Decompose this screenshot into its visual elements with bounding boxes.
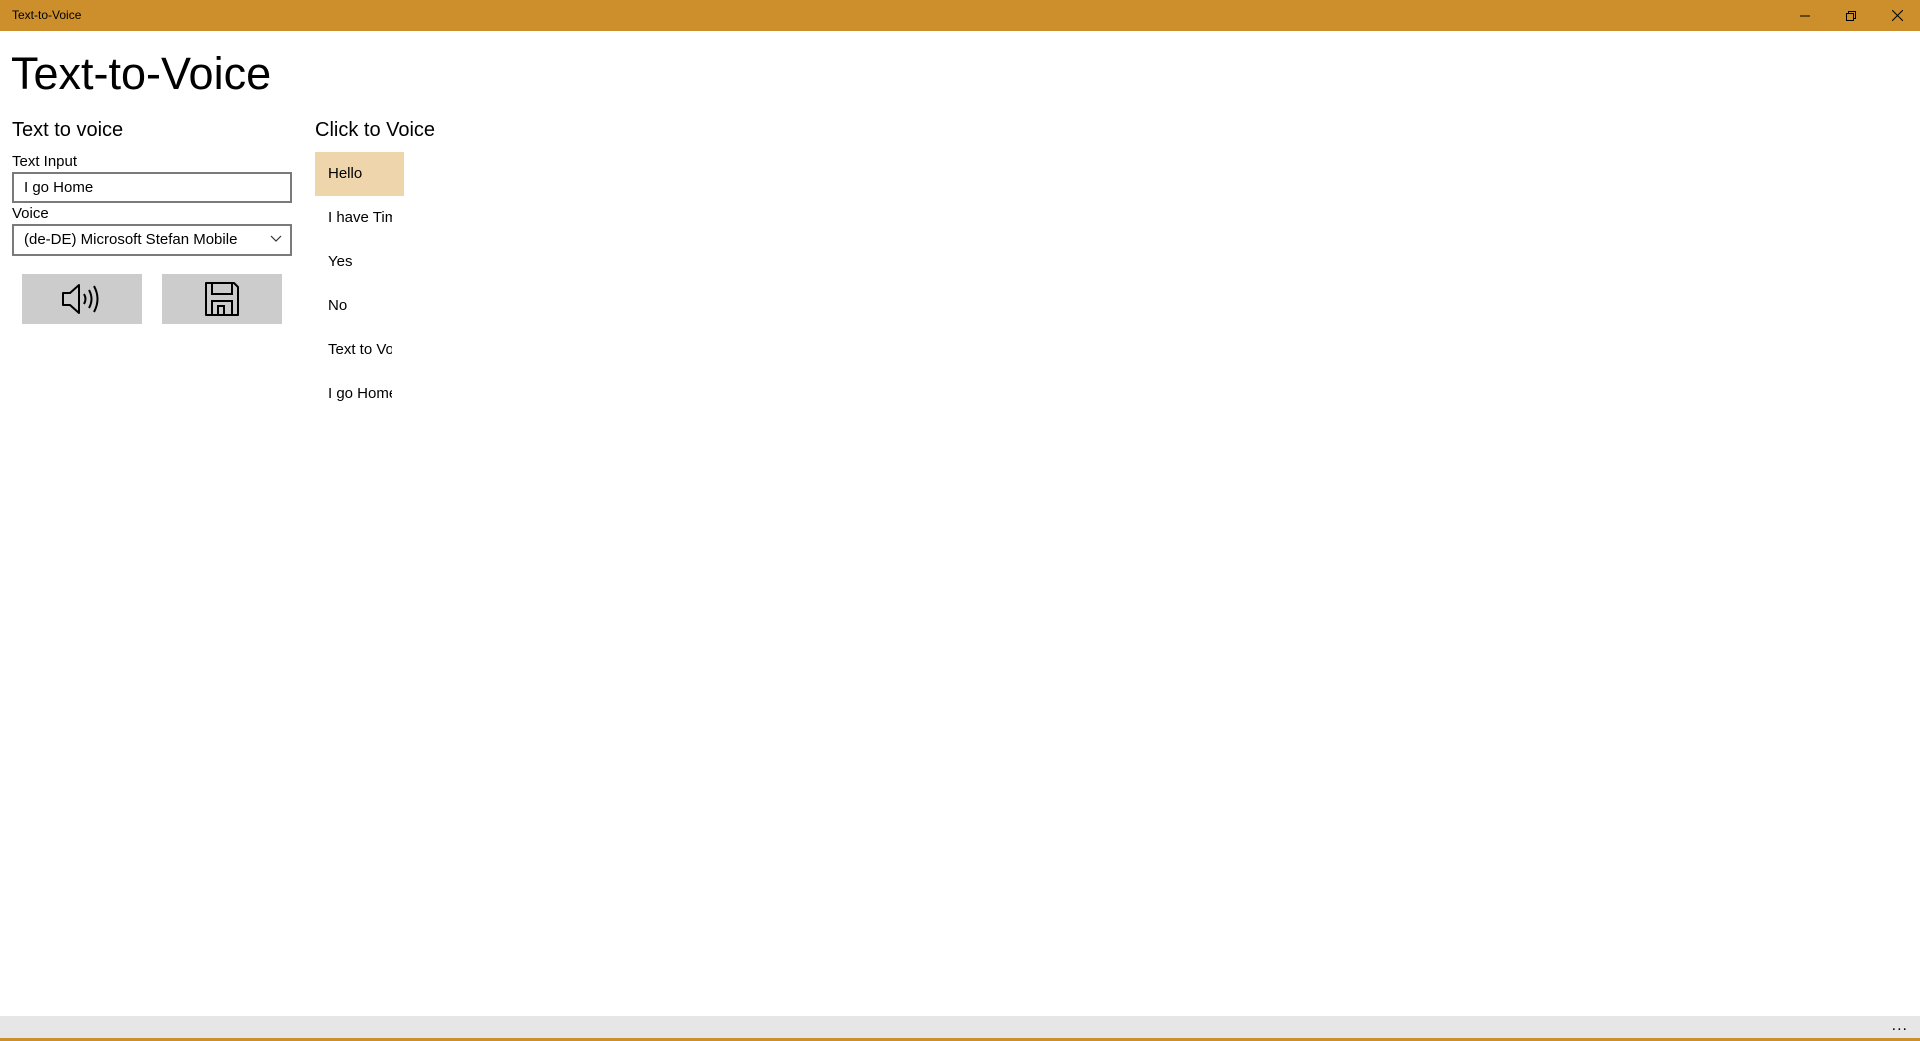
save-button[interactable] <box>162 274 282 324</box>
voice-select[interactable]: (de-DE) Microsoft Stefan Mobile <box>12 224 292 256</box>
window-title: Text-to-Voice <box>12 8 82 22</box>
phrase-item-label: I have Time <box>328 209 392 226</box>
restore-button[interactable] <box>1828 0 1874 31</box>
phrase-item-label: Text to Voice <box>328 341 392 358</box>
phrase-item-hello[interactable]: Hello <box>315 152 404 196</box>
phrase-item-text-to-voice[interactable]: Text to Voice <box>315 328 404 372</box>
phrase-item-label: Hello <box>328 165 363 182</box>
close-button[interactable] <box>1874 0 1920 31</box>
speaker-icon <box>62 284 99 314</box>
minimize-icon <box>1800 15 1810 16</box>
phrase-item-label: No <box>328 297 348 314</box>
minimize-button[interactable] <box>1782 0 1828 31</box>
speak-button[interactable] <box>22 274 142 324</box>
page-title: Text-to-Voice <box>11 48 272 99</box>
phrase-item-no[interactable]: No <box>315 284 404 328</box>
title-bar: Text-to-Voice <box>0 0 1920 31</box>
restore-icon <box>1846 10 1856 21</box>
save-icon <box>205 282 239 316</box>
voice-label: Voice <box>12 205 49 222</box>
chevron-down-icon <box>270 235 282 242</box>
phrase-item-label: Yes <box>328 253 353 270</box>
close-icon <box>1891 10 1903 21</box>
text-input-label: Text Input <box>12 153 78 170</box>
phrase-item-label: I go Home <box>328 385 392 402</box>
phrase-item-i-have-time[interactable]: I have Time <box>315 196 404 240</box>
more-button[interactable]: ... <box>1892 1017 1908 1035</box>
phrase-item-yes[interactable]: Yes <box>315 240 404 284</box>
text-input-field[interactable] <box>12 172 292 203</box>
voice-selected-value: (de-DE) Microsoft Stefan Mobile <box>24 231 238 248</box>
click-to-voice-heading: Click to Voice <box>315 119 436 141</box>
text-to-voice-heading: Text to voice <box>12 119 124 141</box>
phrase-list: Hello I have Time Yes No Text to Voice I… <box>315 152 404 416</box>
phrase-item-i-go-home[interactable]: I go Home <box>315 372 404 416</box>
app-bar: ... <box>0 1016 1920 1038</box>
